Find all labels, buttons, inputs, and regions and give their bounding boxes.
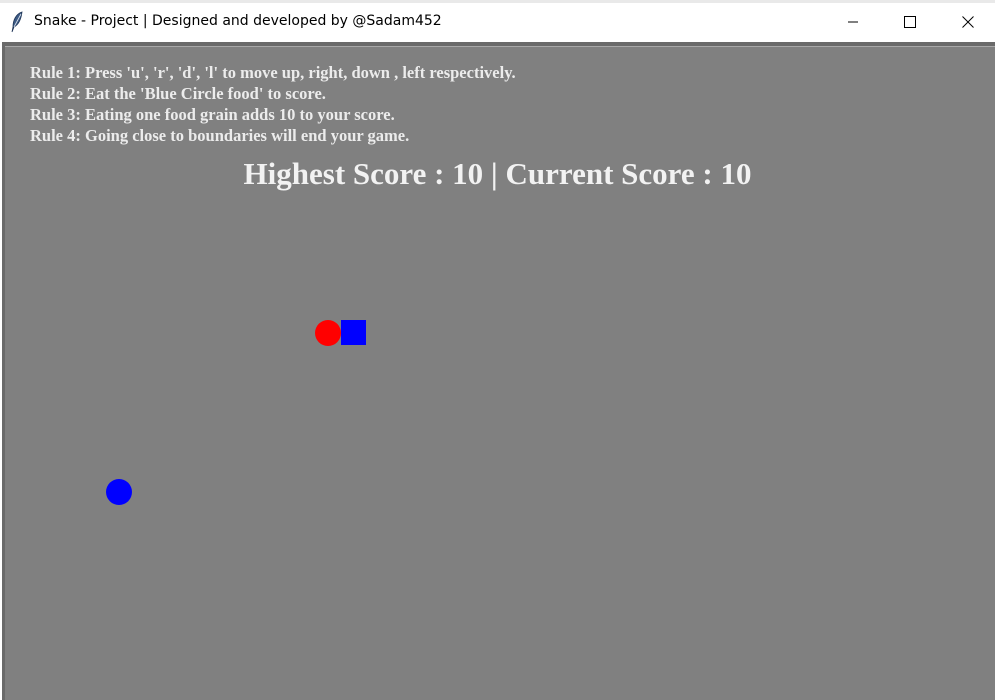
rules-panel: Rule 1: Press 'u', 'r', 'd', 'l' to move… <box>30 62 516 146</box>
rule-4: Rule 4: Going close to boundaries will e… <box>30 126 410 145</box>
app-window: Snake - Project | Designed and developed… <box>0 0 995 700</box>
rule-1: Rule 1: Press 'u', 'r', 'd', 'l' to move… <box>30 63 516 82</box>
maximize-button[interactable] <box>887 3 933 42</box>
rule-2: Rule 2: Eat the 'Blue Circle food' to sc… <box>30 84 326 103</box>
maximize-icon <box>904 16 916 28</box>
close-icon <box>962 16 974 28</box>
snake-body-segment <box>341 320 366 345</box>
rule-3: Rule 3: Eating one food grain adds 10 to… <box>30 105 395 124</box>
minimize-button[interactable] <box>830 3 876 42</box>
window-title: Snake - Project | Designed and developed… <box>34 13 442 29</box>
snake-head <box>315 320 341 346</box>
close-button[interactable] <box>945 3 991 42</box>
score-display: Highest Score : 10 | Current Score : 10 <box>243 156 752 191</box>
minimize-icon <box>848 21 858 23</box>
food-circle <box>106 479 132 505</box>
feather-icon <box>10 11 24 33</box>
title-bar[interactable]: Snake - Project | Designed and developed… <box>0 3 995 42</box>
